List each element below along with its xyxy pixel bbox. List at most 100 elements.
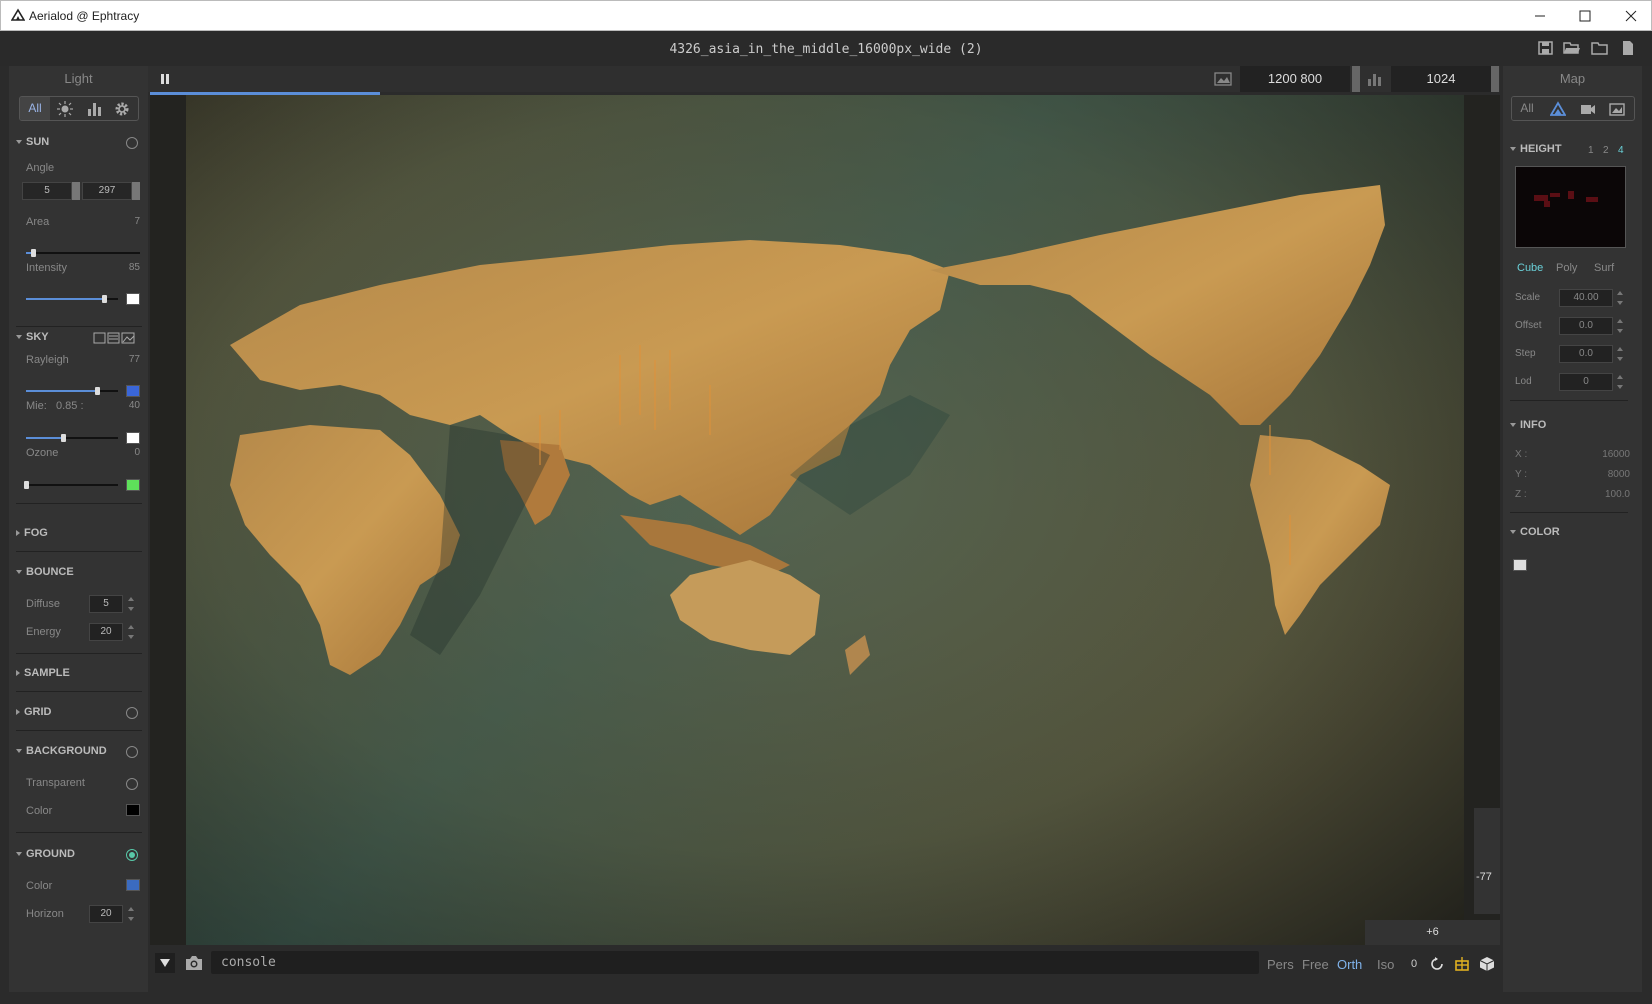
image-icon[interactable] bbox=[1609, 101, 1625, 117]
scale-stepper[interactable] bbox=[1617, 290, 1623, 306]
bounce-diffuse-field[interactable]: 5 bbox=[89, 595, 123, 613]
section-ground[interactable]: GROUND bbox=[16, 848, 75, 860]
bounce-energy-label: Energy bbox=[26, 626, 61, 638]
tab-surf[interactable]: Surf bbox=[1594, 262, 1614, 274]
resolution-field[interactable]: 1200 800 bbox=[1240, 66, 1350, 92]
frame-icon[interactable] bbox=[1454, 956, 1470, 972]
samples-field[interactable]: 1024 bbox=[1391, 66, 1491, 92]
section-grid[interactable]: GRID bbox=[16, 706, 52, 718]
sky-mie-color-swatch[interactable] bbox=[126, 432, 140, 444]
open-folder-icon[interactable] bbox=[1563, 40, 1581, 56]
resolution-handle[interactable] bbox=[1352, 66, 1360, 92]
console-toggle-icon[interactable] bbox=[155, 953, 175, 973]
sun-intensity-color-swatch[interactable] bbox=[126, 293, 140, 305]
samples-handle[interactable] bbox=[1491, 66, 1499, 92]
offset-stepper[interactable] bbox=[1617, 318, 1623, 334]
height-level-4[interactable]: 4 bbox=[1618, 145, 1624, 156]
scale-field[interactable]: 40.00 bbox=[1559, 289, 1613, 307]
cube-icon[interactable] bbox=[1479, 956, 1495, 972]
bounce-energy-stepper[interactable] bbox=[128, 624, 134, 640]
bounce-energy-field[interactable]: 20 bbox=[89, 623, 123, 641]
divider bbox=[16, 326, 142, 327]
console-input[interactable]: console bbox=[211, 951, 1259, 974]
step-field[interactable]: 0.0 bbox=[1559, 345, 1613, 363]
minimize-icon[interactable] bbox=[1526, 6, 1554, 26]
tab-poly[interactable]: Poly bbox=[1556, 262, 1577, 274]
section-sample[interactable]: SAMPLE bbox=[16, 667, 70, 679]
offset-field[interactable]: 0.0 bbox=[1559, 317, 1613, 335]
section-background[interactable]: BACKGROUND bbox=[16, 745, 107, 757]
section-height[interactable]: HEIGHT bbox=[1510, 143, 1562, 155]
lod-stepper[interactable] bbox=[1617, 374, 1623, 390]
sun-angle-a-handle[interactable] bbox=[72, 182, 80, 200]
section-sky[interactable]: SKY bbox=[16, 331, 49, 343]
screenshot-camera-icon[interactable] bbox=[184, 954, 204, 972]
sky-mie-value: 40 bbox=[128, 400, 140, 411]
bounce-diffuse-stepper[interactable] bbox=[128, 596, 134, 612]
save-icon[interactable] bbox=[1537, 40, 1555, 56]
height-level-1[interactable]: 1 bbox=[1588, 145, 1594, 156]
background-transparent-toggle[interactable] bbox=[126, 778, 138, 790]
file-icon[interactable] bbox=[1619, 40, 1637, 56]
heightmap-preview[interactable] bbox=[1515, 166, 1626, 248]
section-color[interactable]: COLOR bbox=[1510, 526, 1560, 538]
step-stepper[interactable] bbox=[1617, 346, 1623, 362]
section-info[interactable]: INFO bbox=[1510, 419, 1546, 431]
maximize-icon[interactable] bbox=[1571, 6, 1599, 26]
ground-color-swatch[interactable] bbox=[126, 879, 140, 891]
section-fog[interactable]: FOG bbox=[16, 527, 48, 539]
sky-rayleigh-value: 77 bbox=[128, 354, 140, 365]
sun-icon[interactable] bbox=[57, 101, 73, 117]
sky-mie-slider[interactable] bbox=[26, 434, 118, 442]
view-mode-orth[interactable]: Orth bbox=[1337, 957, 1362, 972]
gear-icon[interactable] bbox=[114, 101, 130, 117]
sun-angle-b-handle[interactable] bbox=[132, 182, 140, 200]
zoom-scroll-bar[interactable] bbox=[1474, 808, 1500, 914]
close-icon[interactable] bbox=[1617, 6, 1645, 26]
pause-icon[interactable] bbox=[160, 73, 170, 85]
map-filter-all-button[interactable]: All bbox=[1512, 97, 1542, 120]
sun-toggle[interactable] bbox=[126, 137, 138, 149]
light-filter-bar: All bbox=[19, 96, 139, 121]
background-toggle[interactable] bbox=[126, 746, 138, 758]
map-color-swatch[interactable] bbox=[1513, 559, 1527, 571]
sun-intensity-slider[interactable] bbox=[26, 295, 118, 303]
render-viewport[interactable] bbox=[150, 95, 1500, 945]
height-level-2[interactable]: 2 bbox=[1603, 145, 1609, 156]
ground-horizon-field[interactable]: 20 bbox=[89, 905, 123, 923]
filter-all-button[interactable]: All bbox=[20, 97, 50, 120]
terrain-icon[interactable] bbox=[1550, 101, 1566, 117]
grid-toggle[interactable] bbox=[126, 707, 138, 719]
sun-area-slider[interactable] bbox=[26, 249, 140, 257]
view-mode-free[interactable]: Free bbox=[1302, 957, 1329, 972]
background-color-label: Color bbox=[26, 805, 53, 817]
section-sun[interactable]: SUN bbox=[16, 136, 49, 148]
sky-rayleigh-slider[interactable] bbox=[26, 387, 118, 395]
sky-ozone-color-swatch[interactable] bbox=[126, 479, 140, 491]
tab-cube[interactable]: Cube bbox=[1517, 262, 1543, 274]
map-panel: Map All HEIGHT 1 2 4 Cube Poly Surf Scal… bbox=[1503, 66, 1642, 992]
camera-icon[interactable] bbox=[1580, 101, 1596, 117]
divider bbox=[16, 503, 142, 504]
info-y-label: Y : bbox=[1515, 469, 1528, 480]
sky-rayleigh-color-swatch[interactable] bbox=[126, 385, 140, 397]
section-bounce[interactable]: BOUNCE bbox=[16, 566, 74, 578]
ground-horizon-stepper[interactable] bbox=[128, 906, 134, 922]
view-mode-pers[interactable]: Pers bbox=[1267, 957, 1294, 972]
background-color-swatch[interactable] bbox=[126, 804, 140, 816]
view-angle-value[interactable]: 0 bbox=[1411, 958, 1417, 970]
sky-ozone-slider[interactable] bbox=[24, 481, 118, 489]
folder-icon[interactable] bbox=[1591, 40, 1609, 56]
bar-chart-icon[interactable] bbox=[86, 101, 102, 117]
sun-angle-b-field[interactable]: 297 bbox=[82, 182, 132, 200]
sky-mode-icons[interactable] bbox=[93, 332, 135, 344]
view-mode-iso[interactable]: Iso bbox=[1377, 957, 1394, 972]
lod-field[interactable]: 0 bbox=[1559, 373, 1613, 391]
samples-icon[interactable] bbox=[1366, 71, 1384, 87]
sun-angle-a-field[interactable]: 5 bbox=[22, 182, 72, 200]
image-size-icon[interactable] bbox=[1214, 71, 1232, 87]
ground-toggle[interactable] bbox=[126, 849, 138, 861]
info-y-value: 8000 bbox=[1607, 469, 1630, 480]
offset-value[interactable]: +6 bbox=[1365, 920, 1500, 945]
rotate-icon[interactable] bbox=[1429, 956, 1445, 972]
